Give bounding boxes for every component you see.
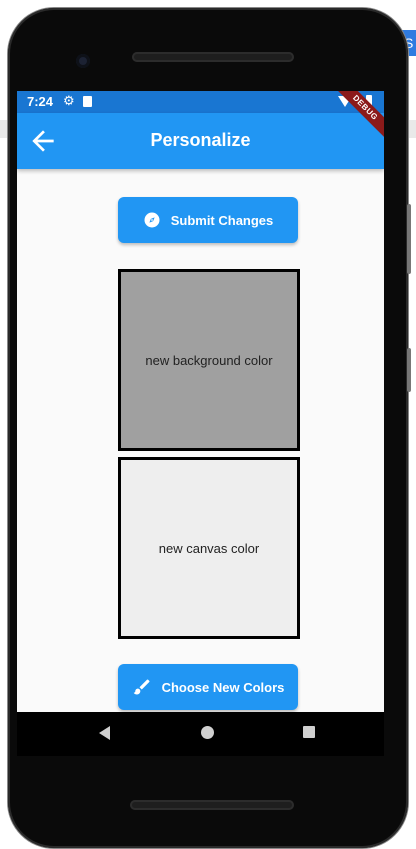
submit-changes-label: Submit Changes [170,212,274,228]
power-button[interactable] [407,348,411,392]
choose-new-colors-label: Choose New Colors [161,679,285,695]
choose-new-colors-button[interactable]: Choose New Colors [118,664,298,710]
status-time: 7:24 [27,94,54,109]
nav-recents-icon[interactable] [303,726,315,738]
brush-icon [132,677,152,697]
compass-icon [143,211,161,229]
submit-changes-button[interactable]: Submit Changes [118,197,298,243]
status-bar: 7:24 ⚙ [17,91,384,113]
top-speaker [132,52,294,62]
bottom-speaker [130,800,294,810]
app-screen: 7:24 ⚙ Personalize DEBUG Submit Changes … [17,91,384,712]
volume-button[interactable] [407,204,411,274]
sd-card-icon [83,96,92,107]
canvas-color-label: new canvas color [158,540,260,556]
page-title: Personalize [150,130,251,150]
front-camera [76,54,90,68]
nav-back-icon[interactable] [99,726,110,740]
background-color-swatch[interactable]: new background color [118,269,300,451]
app-bar: Personalize [17,113,384,169]
system-nav-bar [17,712,384,756]
background-color-label: new background color [145,352,273,368]
settings-icon: ⚙ [63,93,75,108]
canvas-color-swatch[interactable]: new canvas color [118,457,300,639]
nav-home-icon[interactable] [201,726,214,739]
